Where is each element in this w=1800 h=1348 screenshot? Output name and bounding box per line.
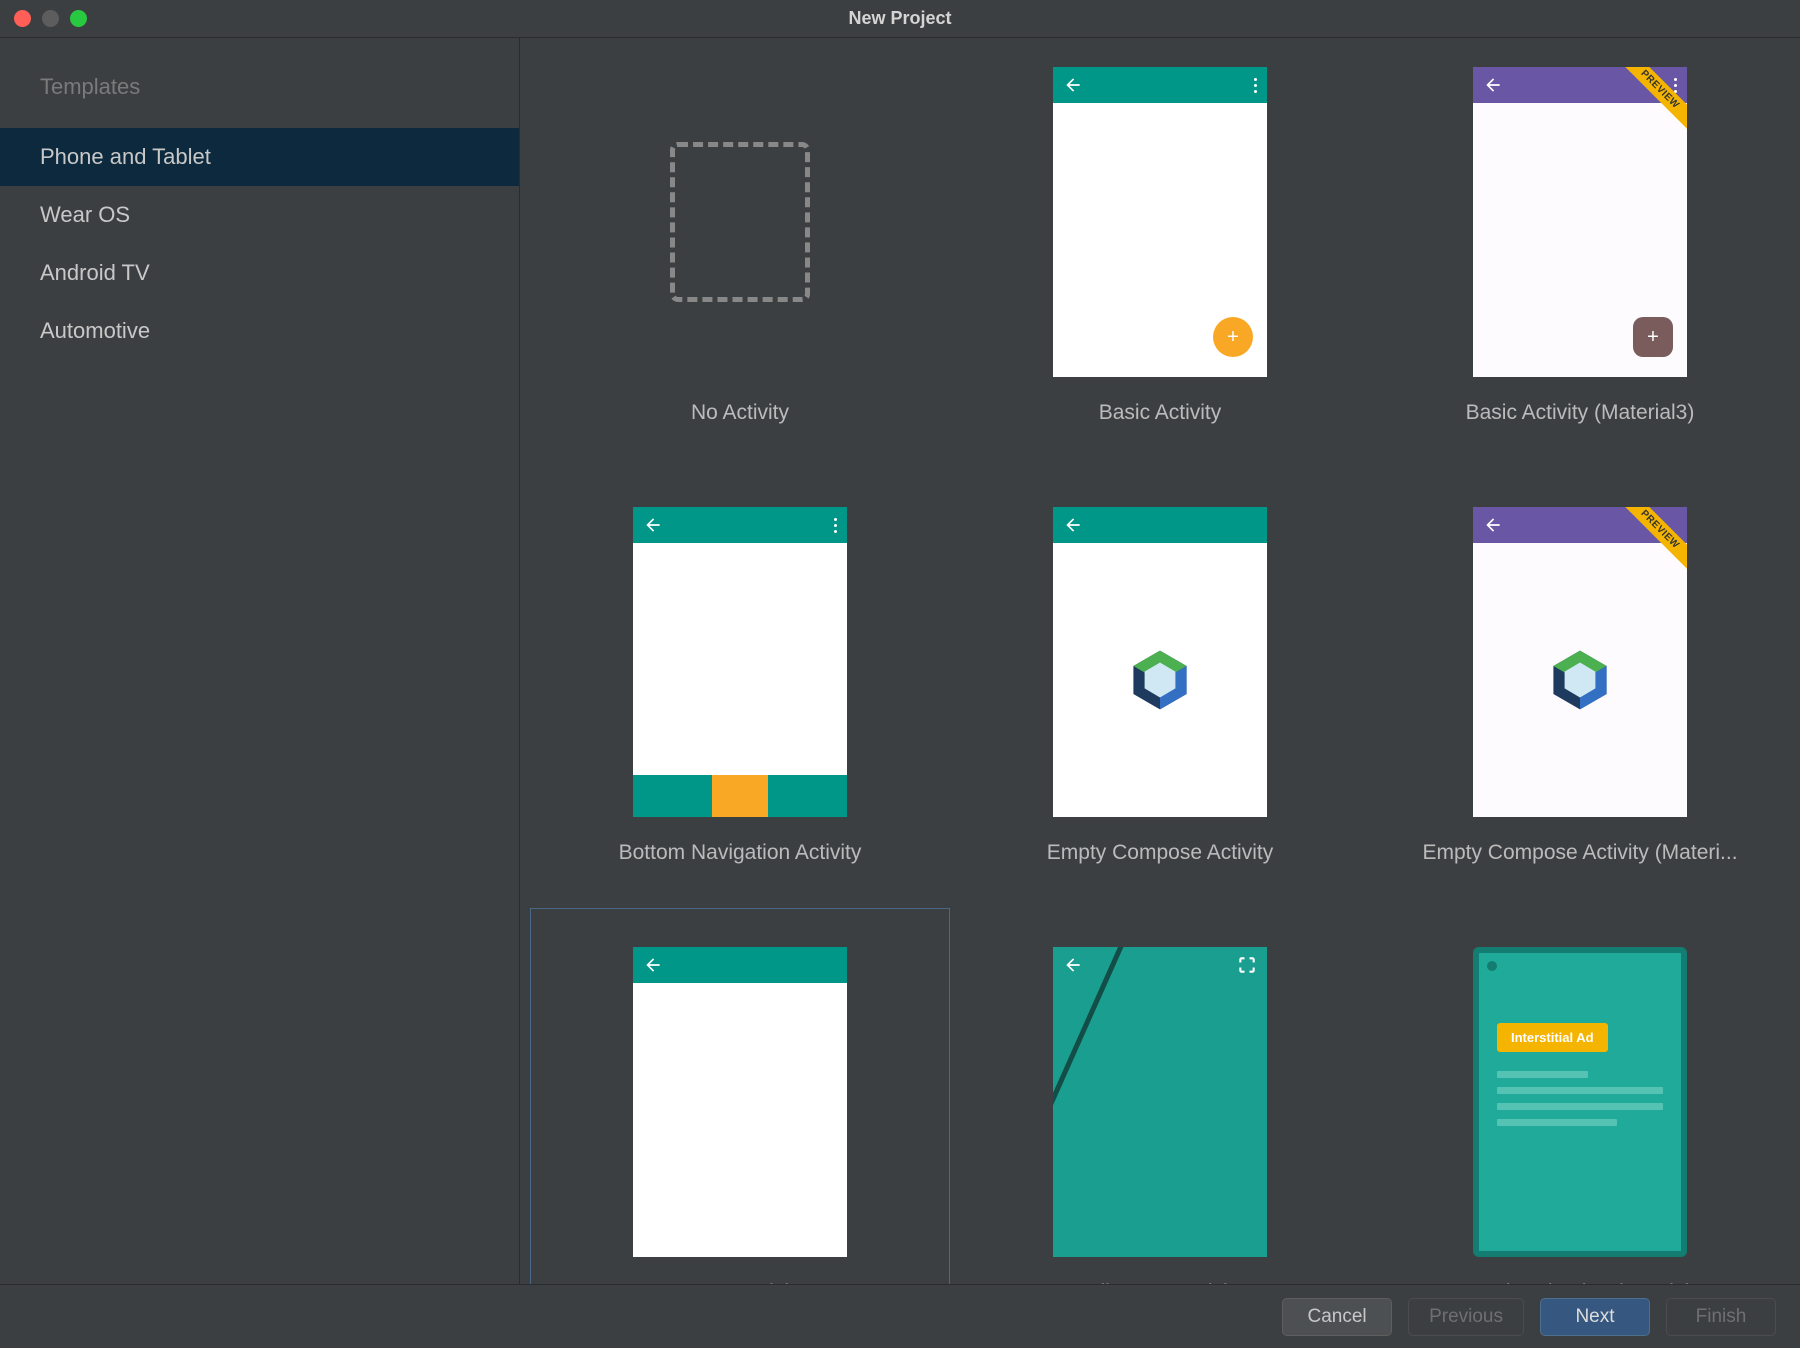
template-bottom-nav[interactable]: Bottom Navigation Activity <box>530 468 950 908</box>
finish-button: Finish <box>1666 1298 1776 1336</box>
phone-body: + <box>1473 103 1687 377</box>
interstitial-ad-button: Interstitial Ad <box>1497 1023 1608 1052</box>
arrow-back-icon <box>1063 515 1083 535</box>
template-label: Google AdMob Ads Activity <box>1390 1281 1770 1284</box>
template-label: Bottom Navigation Activity <box>550 841 930 865</box>
sidebar-item-wear-os[interactable]: Wear OS <box>0 186 519 244</box>
template-empty-activity[interactable]: Empty Activity <box>530 908 950 1284</box>
phone-body <box>633 983 847 1257</box>
sidebar-item-automotive[interactable]: Automotive <box>0 302 519 360</box>
dialog-footer: Cancel Previous Next Finish <box>0 1284 1800 1348</box>
window-controls <box>14 10 87 27</box>
template-label: No Activity <box>550 401 930 425</box>
phone-mock: PREVIEW <box>1473 507 1687 817</box>
sidebar-header: Templates <box>0 60 519 128</box>
fab-add-icon: + <box>1633 317 1673 357</box>
fab-add-icon: + <box>1213 317 1253 357</box>
sidebar-item-phone-tablet[interactable]: Phone and Tablet <box>0 128 519 186</box>
close-icon[interactable] <box>14 10 31 27</box>
titlebar: New Project <box>0 0 1800 38</box>
compose-logo-icon <box>1125 645 1195 715</box>
template-empty-compose[interactable]: Empty Compose Activity <box>950 468 1370 908</box>
phone-body <box>1053 543 1267 817</box>
template-label: Fullscreen Activity <box>970 1281 1350 1284</box>
appbar <box>1053 67 1267 103</box>
text-lines <box>1497 1071 1663 1135</box>
cancel-button[interactable]: Cancel <box>1282 1298 1392 1336</box>
template-basic-activity[interactable]: + Basic Activity <box>950 38 1370 468</box>
previous-button: Previous <box>1408 1298 1524 1336</box>
minimize-icon[interactable] <box>42 10 59 27</box>
appbar <box>1053 507 1267 543</box>
arrow-back-icon <box>1063 75 1083 95</box>
template-label: Basic Activity (Material3) <box>1390 401 1770 425</box>
phone-mock: + PREVIEW <box>1473 67 1687 377</box>
template-empty-compose-m3[interactable]: PREVIEW Empty Compose Activity (Materi..… <box>1370 468 1790 908</box>
phone-mock <box>1053 947 1267 1257</box>
template-thumb: + <box>1053 67 1267 377</box>
overflow-menu-icon <box>1674 78 1677 93</box>
phone-mock <box>633 947 847 1257</box>
dashed-placeholder-icon <box>670 142 810 302</box>
phone-body <box>1473 543 1687 817</box>
sidebar-item-android-tv[interactable]: Android TV <box>0 244 519 302</box>
phone-mock <box>1053 507 1267 817</box>
template-thumb <box>1053 507 1267 817</box>
compose-logo-icon <box>1545 645 1615 715</box>
template-grid: No Activity + <box>520 38 1800 1284</box>
phone-mock <box>633 507 847 817</box>
arrow-back-icon <box>643 955 663 975</box>
dialog-body: Templates Phone and Tablet Wear OS Andro… <box>0 38 1800 1284</box>
arrow-back-icon <box>1063 955 1083 975</box>
template-label: Basic Activity <box>970 401 1350 425</box>
template-grid-scroll[interactable]: No Activity + <box>520 38 1800 1284</box>
template-label: Empty Compose Activity <box>970 841 1350 865</box>
phone-body: + <box>1053 103 1267 377</box>
overflow-menu-icon <box>1254 78 1257 93</box>
template-thumb: Interstitial Ad <box>1473 947 1687 1257</box>
bottom-nav-bar <box>633 775 847 817</box>
maximize-icon[interactable] <box>70 10 87 27</box>
template-admob[interactable]: Interstitial Ad Google AdMob Ads Activit… <box>1370 908 1790 1284</box>
next-button[interactable]: Next <box>1540 1298 1650 1336</box>
new-project-window: New Project Templates Phone and Tablet W… <box>0 0 1800 1348</box>
appbar <box>1053 947 1267 983</box>
overflow-menu-icon <box>834 518 837 533</box>
template-thumb <box>1053 947 1267 1257</box>
template-thumb: + PREVIEW <box>1473 67 1687 377</box>
arrow-back-icon <box>1483 515 1503 535</box>
template-basic-activity-m3[interactable]: + PREVIEW Basic Activity (Material3) <box>1370 38 1790 468</box>
template-thumb: PREVIEW <box>1473 507 1687 817</box>
phone-mock: + <box>1053 67 1267 377</box>
template-thumb <box>633 67 847 377</box>
arrow-back-icon <box>643 515 663 535</box>
phone-mock: Interstitial Ad <box>1473 947 1687 1257</box>
camera-icon <box>1487 961 1497 971</box>
template-label: Empty Compose Activity (Materi... <box>1390 841 1770 865</box>
appbar <box>633 507 847 543</box>
template-thumb <box>633 507 847 817</box>
window-title: New Project <box>848 8 951 29</box>
templates-sidebar: Templates Phone and Tablet Wear OS Andro… <box>0 38 520 1284</box>
template-label: Empty Activity <box>550 1281 930 1284</box>
template-fullscreen[interactable]: Fullscreen Activity <box>950 908 1370 1284</box>
fullscreen-icon <box>1237 955 1257 975</box>
template-no-activity[interactable]: No Activity <box>530 38 950 468</box>
arrow-back-icon <box>1483 75 1503 95</box>
template-thumb <box>633 947 847 1257</box>
appbar <box>633 947 847 983</box>
